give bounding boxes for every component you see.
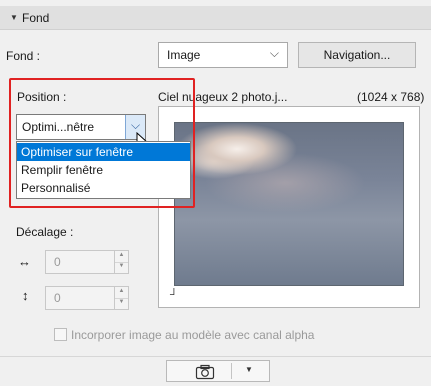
spinner-down-icon[interactable]: ▼ xyxy=(115,262,128,273)
fond-label: Fond : xyxy=(6,49,41,63)
offset-x-field[interactable]: 0 ▲ ▼ xyxy=(45,250,129,274)
collapse-triangle-icon[interactable]: ▼ xyxy=(10,13,18,22)
camera-icon[interactable] xyxy=(195,364,215,380)
position-label: Position : xyxy=(17,90,67,104)
menu-item-remplir[interactable]: Remplir fenêtre xyxy=(17,161,190,179)
dropdown-arrow-icon[interactable]: ▼ xyxy=(245,365,253,374)
menu-item-personnalise[interactable]: Personnalisé xyxy=(17,179,190,197)
fond-section-header[interactable]: ▼ Fond xyxy=(0,6,431,30)
split-divider xyxy=(231,363,232,379)
image-filename: Ciel nuageux 2 photo.j... xyxy=(158,90,288,104)
fond-type-value: Image xyxy=(167,48,201,62)
chevron-down-icon: ⌵ xyxy=(269,46,279,60)
alpha-checkbox[interactable] xyxy=(54,328,67,341)
chevron-down-icon: ⌵ xyxy=(131,118,141,132)
navigation-button[interactable]: Navigation... xyxy=(298,42,416,68)
image-preview-frame: ┘ xyxy=(158,106,420,308)
offset-y-spinner[interactable]: ▲ ▼ xyxy=(114,287,128,309)
navigation-button-label: Navigation... xyxy=(323,48,391,62)
vertical-arrows-icon: ↕ xyxy=(22,288,29,303)
image-dimensions: (1024 x 768) xyxy=(357,90,425,104)
camera-split-button[interactable]: ▼ xyxy=(166,360,270,382)
origin-corner-icon: ┘ xyxy=(170,289,178,301)
position-options-menu: Optimiser sur fenêtre Remplir fenêtre Pe… xyxy=(16,141,191,199)
horizontal-arrows-icon: ↔ xyxy=(18,254,31,269)
fond-type-select[interactable]: Image ⌵ xyxy=(158,42,288,68)
section-title: Fond xyxy=(22,11,50,25)
menu-item-optimiser[interactable]: Optimiser sur fenêtre xyxy=(17,143,190,161)
spinner-down-icon[interactable]: ▼ xyxy=(115,298,128,309)
offset-label: Décalage : xyxy=(16,225,74,239)
offset-x-value: 0 xyxy=(54,255,61,269)
position-select-value: Optimi...nêtre xyxy=(22,120,95,134)
offset-y-field[interactable]: 0 ▲ ▼ xyxy=(45,286,129,310)
offset-y-value: 0 xyxy=(54,291,61,305)
sky-preview-image xyxy=(174,122,404,286)
position-select[interactable]: Optimi...nêtre ⌵ xyxy=(16,114,146,140)
alpha-checkbox-label: Incorporer image au modèle avec canal al… xyxy=(71,328,315,342)
offset-x-spinner[interactable]: ▲ ▼ xyxy=(114,251,128,273)
